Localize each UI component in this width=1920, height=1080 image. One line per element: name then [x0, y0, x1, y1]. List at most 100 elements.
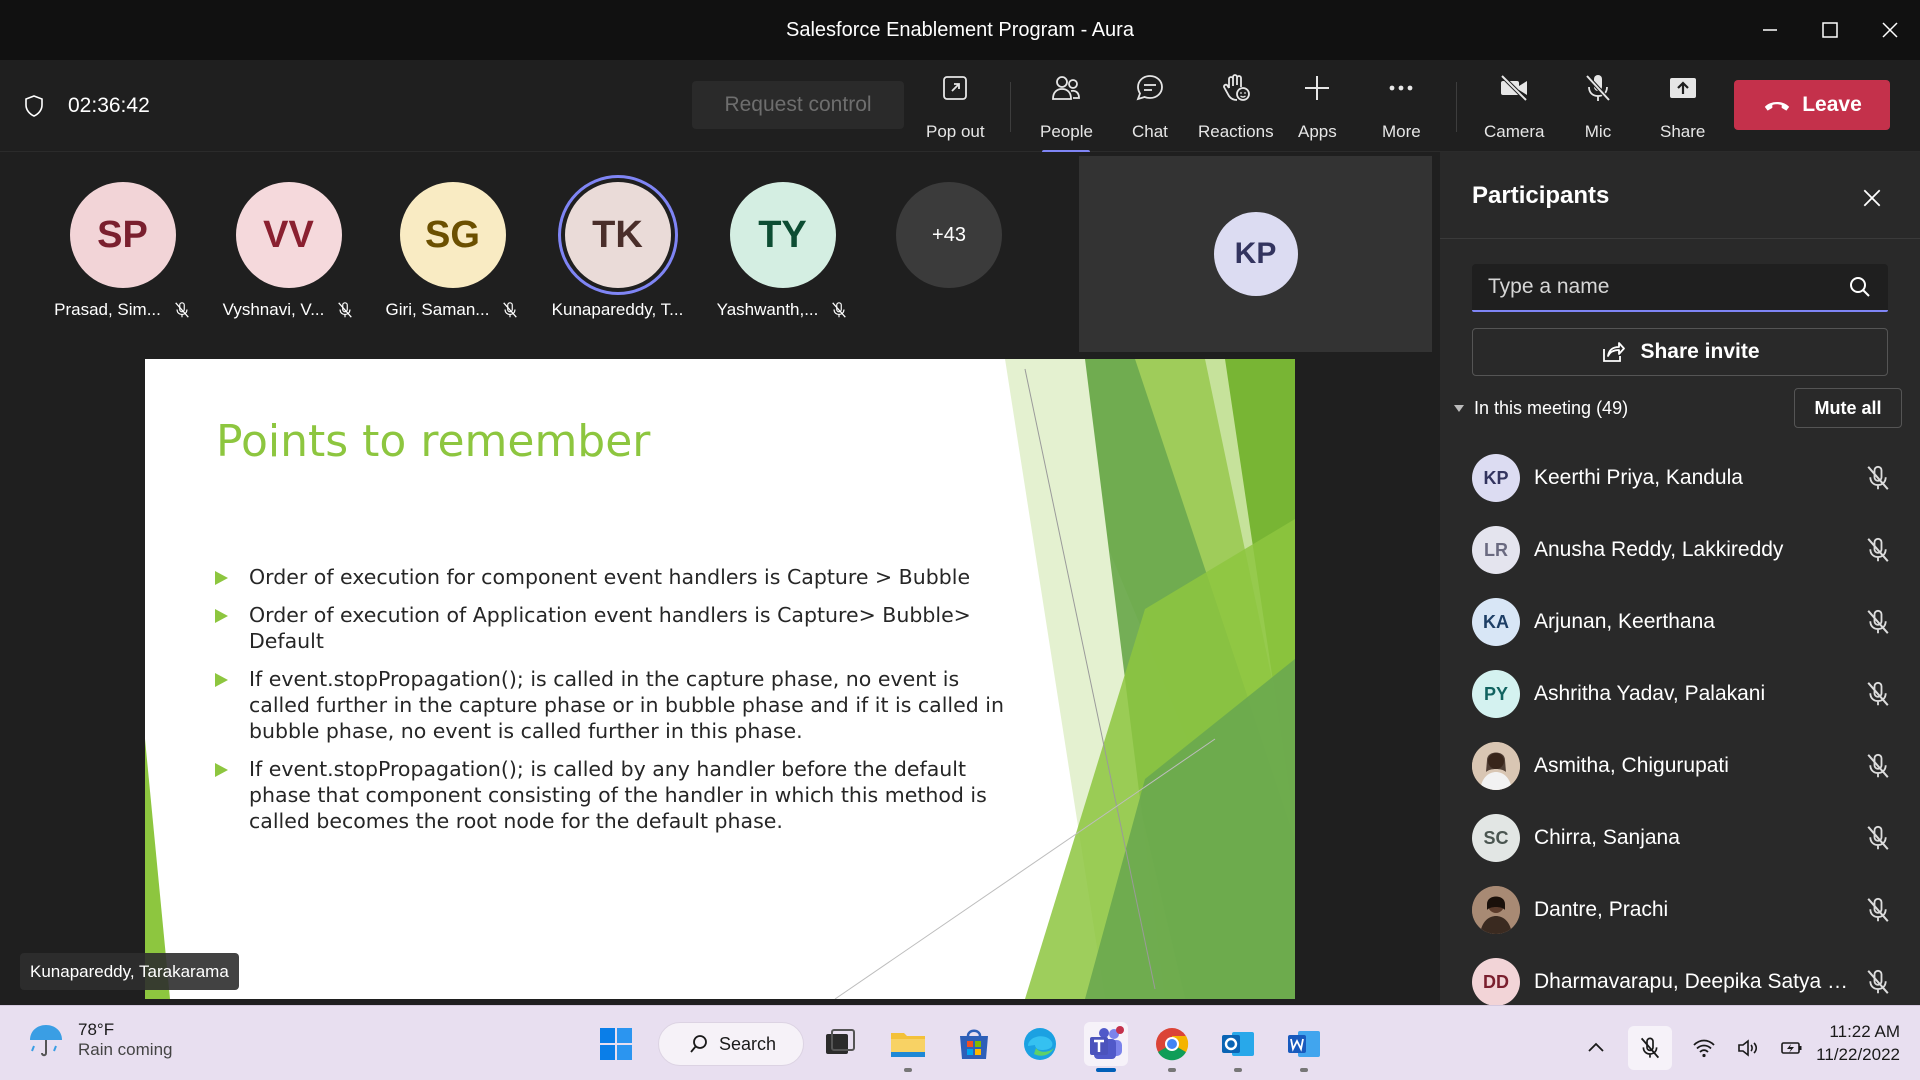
taskbar-clock[interactable]: 11:22 AM 11/22/2022	[1790, 1020, 1900, 1066]
share-label: Share	[1660, 122, 1706, 141]
share-screen-icon	[1669, 78, 1696, 98]
maximize-icon	[1822, 22, 1838, 38]
in-meeting-section-header[interactable]: In this meeting (49) Mute all	[1454, 388, 1902, 428]
gallery-participant[interactable]: VV Vyshnavi, V...	[206, 182, 371, 320]
weather-widget[interactable]: 78°F Rain coming	[26, 1020, 173, 1060]
share-invite-button[interactable]: Share invite	[1472, 328, 1888, 376]
participant-row[interactable]: KP Keerthi Priya, Kandula	[1440, 442, 1920, 514]
request-control-button[interactable]: Request control	[692, 81, 904, 129]
volume-icon[interactable]	[1736, 1036, 1760, 1060]
reactions-button[interactable]: Reactions	[1198, 72, 1274, 142]
avatar-initials: SC	[1483, 827, 1509, 848]
taskbar-search[interactable]: Search	[658, 1022, 804, 1066]
gallery-participant[interactable]: SG Giri, Saman...	[370, 182, 535, 320]
avatar-photo	[1472, 742, 1520, 790]
weather-description: Rain coming	[78, 1040, 173, 1059]
mic-off-icon	[1585, 74, 1611, 102]
chat-label: Chat	[1132, 122, 1168, 141]
task-view-button[interactable]	[818, 1022, 862, 1066]
word-icon	[1288, 1031, 1320, 1057]
self-avatar: KP	[1213, 212, 1298, 296]
teams-button[interactable]	[1084, 1022, 1128, 1072]
participant-gallery: SP Prasad, Sim... VV Vyshnavi, V... SG G…	[0, 152, 1440, 352]
participant-name: Yashwanth,...	[716, 300, 819, 319]
chrome-button[interactable]	[1150, 1022, 1194, 1072]
maximize-button[interactable]	[1800, 0, 1860, 60]
share-invite-label: Share invite	[1640, 340, 1760, 363]
mic-button[interactable]: Mic	[1582, 72, 1614, 142]
chat-button[interactable]: Chat	[1132, 72, 1168, 142]
avatar: DD	[1472, 958, 1520, 1006]
avatar: SC	[1472, 814, 1520, 862]
slide-bullet: If event.stopPropagation(); is called in…	[215, 666, 1015, 744]
slide-bullet: Order of execution for component event h…	[215, 564, 1015, 590]
participant-search-input[interactable]	[1488, 275, 1848, 299]
participant-row[interactable]: LR Anusha Reddy, Lakkireddy	[1440, 514, 1920, 586]
clock-time: 11:22 AM	[1829, 1022, 1900, 1041]
participant-row[interactable]: Asmitha, Chigurupati	[1440, 730, 1920, 802]
self-video-tile[interactable]: KP	[1079, 156, 1432, 352]
more-participants-bubble[interactable]: +43	[896, 182, 1002, 288]
apps-button[interactable]: Apps	[1298, 72, 1337, 142]
participant-name: Chirra, Sanjana	[1534, 826, 1680, 849]
minimize-button[interactable]	[1740, 0, 1800, 60]
chevron-down-icon	[1454, 404, 1464, 412]
start-button[interactable]	[594, 1022, 638, 1066]
participants-panel: Participants Share invite In this meetin…	[1440, 152, 1920, 1006]
participant-search[interactable]	[1472, 264, 1888, 312]
participant-row[interactable]: Dantre, Prachi	[1440, 874, 1920, 946]
share-button[interactable]: Share	[1660, 72, 1705, 142]
mic-muted-icon	[1867, 465, 1889, 490]
participant-row[interactable]: SC Chirra, Sanjana	[1440, 802, 1920, 874]
camera-button[interactable]: Camera	[1484, 72, 1544, 142]
title-bar: Salesforce Enablement Program - Aura	[0, 0, 1920, 60]
gallery-participant-active-speaker[interactable]: TK Kunapareddy, T...	[535, 182, 700, 320]
slide-bullet: If event.stopPropagation(); is called by…	[215, 756, 1015, 834]
more-icon	[1389, 85, 1413, 91]
pop-out-button[interactable]: Pop out	[926, 72, 985, 142]
weather-temperature: 78°F	[78, 1020, 115, 1039]
participant-name: Keerthi Priya, Kandula	[1534, 466, 1743, 489]
gallery-participant[interactable]: SP Prasad, Sim...	[40, 182, 205, 320]
chevron-up-icon[interactable]	[1584, 1036, 1608, 1060]
avatar-initials: PY	[1483, 683, 1508, 704]
meeting-stage: SP Prasad, Sim... VV Vyshnavi, V... SG G…	[0, 152, 1440, 1005]
file-explorer-button[interactable]	[886, 1022, 930, 1072]
word-button[interactable]	[1282, 1022, 1326, 1072]
leave-button[interactable]: Leave	[1734, 80, 1890, 130]
close-panel-button[interactable]	[1856, 182, 1888, 214]
edge-button[interactable]	[1018, 1022, 1062, 1066]
pop-out-icon	[943, 76, 968, 100]
participant-name-row: Prasad, Sim...	[54, 300, 191, 320]
close-window-button[interactable]	[1860, 0, 1920, 60]
running-indicator	[1234, 1068, 1242, 1072]
camera-off-icon	[1500, 74, 1528, 102]
close-icon	[1882, 22, 1898, 38]
participant-name: Arjunan, Keerthana	[1534, 610, 1715, 633]
gallery-participant[interactable]: TY Yashwanth,...	[700, 182, 865, 320]
people-button[interactable]: People	[1040, 72, 1093, 142]
avatar: TK	[564, 182, 671, 288]
shield-icon[interactable]	[22, 94, 46, 118]
close-icon	[1863, 189, 1881, 207]
participant-row[interactable]: KA Arjunan, Keerthana	[1440, 586, 1920, 658]
mic-muted-icon	[1867, 537, 1889, 562]
store-button[interactable]	[952, 1022, 996, 1066]
mic-tray-button[interactable]	[1628, 1026, 1672, 1070]
mute-all-button[interactable]: Mute all	[1794, 388, 1902, 428]
avatar-initials: SG	[425, 213, 480, 256]
wifi-icon[interactable]	[1692, 1036, 1716, 1060]
meeting-info: 02:36:42	[22, 60, 150, 152]
hang-up-icon	[1765, 101, 1790, 111]
participant-row[interactable]: PY Ashritha Yadav, Palakani	[1440, 658, 1920, 730]
avatar-photo	[1472, 886, 1520, 934]
mic-muted-icon	[1867, 897, 1889, 922]
participant-name: Ashritha Yadav, Palakani	[1534, 682, 1766, 705]
outlook-button[interactable]	[1216, 1022, 1260, 1072]
more-button[interactable]: More	[1382, 72, 1421, 142]
minimize-icon	[1763, 29, 1777, 31]
participant-name-row: Vyshnavi, V...	[223, 300, 355, 320]
participant-name: Dharmavarapu, Deepika Satya S...	[1534, 970, 1854, 993]
taskbar-search-label: Search	[719, 1033, 777, 1054]
raise-hand-icon	[1222, 74, 1250, 101]
